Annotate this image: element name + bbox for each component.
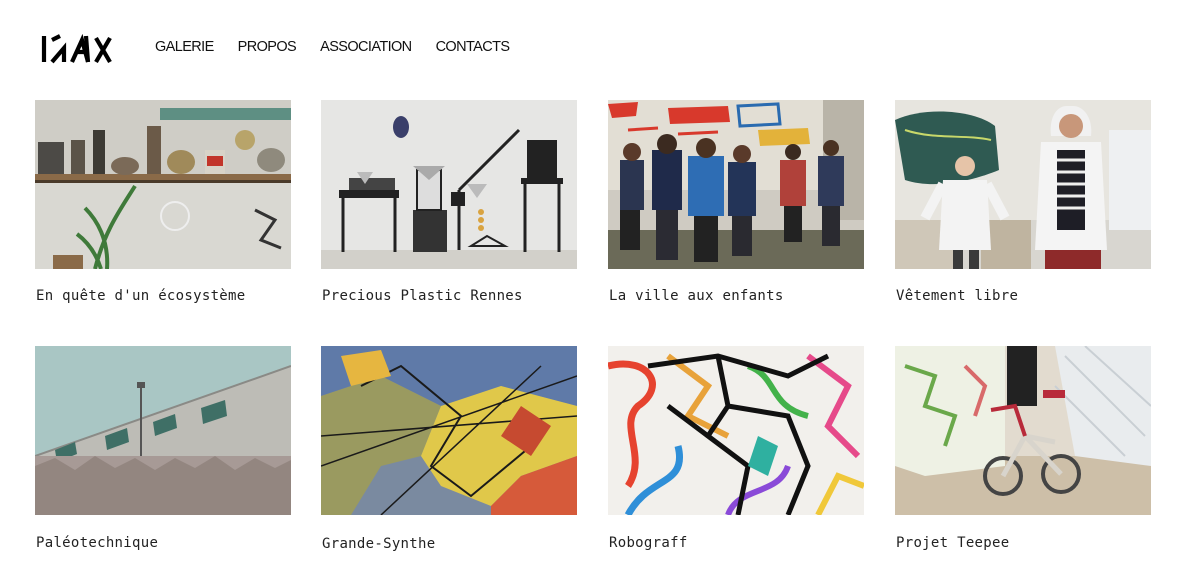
project-title[interactable]: Projet Teepee — [896, 535, 1009, 551]
people-modeling-white-jackets-photo — [895, 100, 1151, 269]
project-thumbnail[interactable] — [608, 346, 864, 515]
shelf-with-stones-and-plant-photo — [35, 100, 291, 269]
project-thumbnail[interactable] — [895, 346, 1151, 515]
project-title[interactable]: Paléotechnique — [36, 535, 158, 551]
project-title[interactable]: Robograff — [609, 535, 688, 551]
project-title[interactable]: En quête d'un écosystème — [36, 288, 246, 304]
project-title[interactable]: La ville aux enfants — [609, 288, 784, 304]
project-thumbnail[interactable] — [895, 100, 1151, 269]
project-thumbnail[interactable] — [608, 100, 864, 269]
concrete-building-over-dry-grass-photo — [35, 346, 291, 515]
children-walking-by-graffiti-wall-photo — [608, 100, 864, 269]
project-title[interactable]: Grande-Synthe — [322, 536, 435, 552]
project-thumbnail[interactable] — [321, 100, 577, 269]
project-thumbnail[interactable] — [35, 100, 291, 269]
colorful-yarn-drawing-photo — [608, 346, 864, 515]
project-thumbnail[interactable] — [321, 346, 577, 515]
world-map-mural-on-brick-photo — [321, 346, 577, 515]
project-gallery: En quête d'un écosystème Precious Plasti… — [0, 0, 1200, 573]
child-bicycle-under-net-photo — [895, 346, 1151, 515]
plastic-recycling-machines-photo — [321, 100, 577, 269]
project-title[interactable]: Precious Plastic Rennes — [322, 288, 523, 304]
project-title[interactable]: Vêtement libre — [896, 288, 1018, 304]
project-thumbnail[interactable] — [35, 346, 291, 515]
